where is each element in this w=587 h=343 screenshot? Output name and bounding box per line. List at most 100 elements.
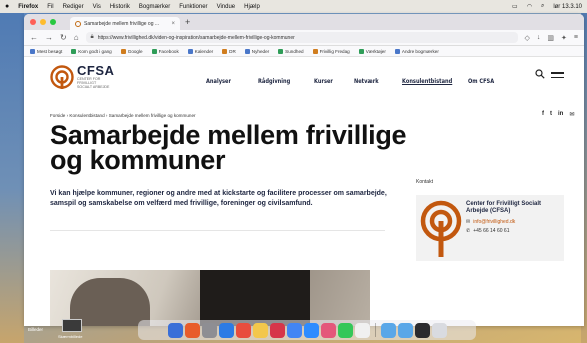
bookmark-label: Værktøjer (365, 48, 386, 54)
web-page: CFSA Center for Frivilligt Socialt Arbej… (24, 57, 584, 326)
contact-email: info@frivillighed.dk (473, 219, 516, 225)
bookmark-label: Mest besøgt (37, 48, 63, 54)
documents-folder-icon[interactable] (397, 322, 413, 338)
linkedin-icon[interactable]: in (558, 111, 563, 118)
cfsa-logo[interactable]: CFSA Center for Frivilligt Socialt Arbej… (50, 63, 115, 89)
tab-title: Samarbejde mellem frivillige og ... (84, 20, 160, 27)
facebook-icon[interactable]: f (542, 111, 544, 118)
contact-phone-link[interactable]: ✆ +45 66 14 60 61 (466, 228, 510, 234)
desktop-folder-label[interactable]: Billeder (28, 327, 43, 332)
chrome-icon[interactable] (286, 322, 302, 338)
minimize-window-button[interactable] (40, 19, 46, 25)
bookmark-item[interactable]: Nyheder (244, 48, 270, 54)
logo-subtitle: Center for Frivilligt Socialt Arbejde (77, 77, 110, 89)
menu-item-file[interactable]: Fil (47, 4, 53, 10)
lead-paragraph: Vi kan hjælpe kommuner, regioner og andr… (50, 190, 387, 207)
battery-icon[interactable]: ▭ (512, 3, 518, 10)
trash-icon[interactable] (431, 322, 447, 338)
bookmark-item[interactable]: Frivillig Fredag (312, 48, 350, 54)
address-bar[interactable]: 🔒︎ https://www.frivillighed.dk/viden-og-… (85, 32, 518, 43)
textedit-icon[interactable] (354, 322, 370, 338)
bookmark-item[interactable]: Mest besøgt (30, 48, 63, 54)
downloads-folder-icon[interactable] (380, 322, 396, 338)
bookmark-favicon-icon (312, 48, 318, 54)
browser-tab-active[interactable]: Samarbejde mellem frivillige og ... × (70, 17, 180, 30)
notes-icon[interactable] (252, 322, 268, 338)
toolbar-buttons: ◇ ↓ ▥ ✦ ≡ (525, 34, 578, 42)
bookmark-label: Kom godt i gang (78, 48, 112, 54)
nav-link-kurser[interactable]: Kurser (314, 77, 345, 85)
nav-link-analyser[interactable]: Analyser (206, 77, 247, 85)
menu-item-edit[interactable]: Rediger (63, 4, 84, 10)
menu-bar-line (551, 76, 564, 78)
close-window-button[interactable] (30, 19, 36, 25)
bookmark-favicon-icon (358, 48, 364, 54)
nav-link-om-cfsa[interactable]: Om CFSA (468, 77, 499, 85)
zoom-icon[interactable] (303, 322, 319, 338)
bookmark-item[interactable]: Sundhed (278, 48, 304, 54)
bookmark-label: Frivillig Fredag (319, 48, 350, 54)
new-tab-button[interactable]: + (185, 17, 190, 27)
home-icon[interactable]: ⌂ (74, 33, 79, 42)
nav-link-raadgivning[interactable]: Rådgivning (258, 77, 302, 85)
menu-bar: ● Firefox Fil Rediger Vis Historik Bogmæ… (0, 0, 587, 13)
mail-icon[interactable]: ✉ (569, 111, 574, 118)
nav-link-konsulentbistand[interactable]: Konsulentbistand (402, 77, 453, 85)
menu-icon[interactable] (551, 72, 564, 81)
spotlight-icon[interactable]: ⌕ (541, 3, 544, 10)
music-icon[interactable] (269, 322, 285, 338)
firefox-icon[interactable] (184, 322, 200, 338)
forward-arrow-icon[interactable]: → (45, 33, 53, 42)
menu-item-history[interactable]: Historik (110, 4, 130, 10)
close-tab-icon[interactable]: × (171, 21, 175, 27)
bookmark-label: DR (229, 48, 236, 54)
messages-icon[interactable] (337, 322, 353, 338)
pocket-icon[interactable]: ◇ (525, 34, 530, 42)
lock-icon: 🔒︎ (90, 34, 94, 40)
breadcrumb[interactable]: Forside › Konsulentbistand › Samarbejde … (50, 113, 196, 118)
bookmark-item[interactable]: Værktøjer (358, 48, 386, 54)
desktop-screenshot-thumbnail[interactable] (62, 319, 82, 332)
minimized-window-icon[interactable] (414, 322, 430, 338)
menu-app-name[interactable]: Firefox (18, 4, 38, 10)
bookmark-item[interactable]: Google (120, 48, 143, 54)
cfsa-logo-icon (50, 65, 74, 89)
finder-icon[interactable] (167, 322, 183, 338)
hamburger-menu-icon[interactable]: ≡ (574, 34, 578, 42)
email-icon: ✉ (466, 219, 471, 225)
apple-menu-icon[interactable]: ● (5, 3, 9, 10)
menu-item-tools[interactable]: Funktioner (179, 4, 207, 10)
zoom-window-button[interactable] (50, 19, 56, 25)
bookmark-item[interactable]: Facebook (151, 48, 179, 54)
downloads-icon[interactable]: ↓ (537, 34, 541, 42)
contact-email-link[interactable]: ✉ info@frivillighed.dk (466, 219, 515, 225)
menu-item-help[interactable]: Hjælp (244, 4, 260, 10)
nav-link-netvaerk[interactable]: Netværk (354, 77, 391, 85)
library-icon[interactable]: ▥ (547, 34, 554, 42)
main-navigation: Analyser Rådgivning Kurser Netværk Konsu… (206, 77, 508, 85)
menu-item-bookmarks[interactable]: Bogmærker (139, 4, 170, 10)
extensions-icon[interactable]: ✦ (561, 34, 567, 42)
bookmark-item[interactable]: DR (222, 48, 236, 54)
bookmark-label: Kalender (194, 48, 214, 54)
search-icon[interactable] (535, 69, 545, 79)
safari-icon[interactable] (218, 322, 234, 338)
bookmark-label: Nyheder (251, 48, 270, 54)
photos-icon[interactable] (320, 322, 336, 338)
wifi-icon[interactable]: ◠ (527, 3, 532, 10)
menu-bar-line (551, 72, 564, 74)
calendar-icon[interactable] (235, 322, 251, 338)
launchpad-icon[interactable] (201, 322, 217, 338)
tab-bar: Samarbejde mellem frivillige og ... × + (24, 14, 584, 30)
back-arrow-icon[interactable]: ← (30, 33, 38, 42)
bookmark-item[interactable]: Kom godt i gang (71, 48, 112, 54)
bookmark-item[interactable]: Andre bogmærker (394, 48, 439, 54)
bookmark-item[interactable]: Kalender (187, 48, 214, 54)
bookmark-favicon-icon (71, 48, 77, 54)
menu-item-view[interactable]: Vis (93, 4, 101, 10)
logo-name: CFSA (77, 63, 115, 78)
menubar-clock[interactable]: lør 13.3.10 (553, 4, 582, 10)
twitter-icon[interactable]: t (550, 111, 552, 118)
menu-item-window[interactable]: Vindue (217, 4, 236, 10)
reload-icon[interactable]: ↻ (60, 33, 67, 42)
